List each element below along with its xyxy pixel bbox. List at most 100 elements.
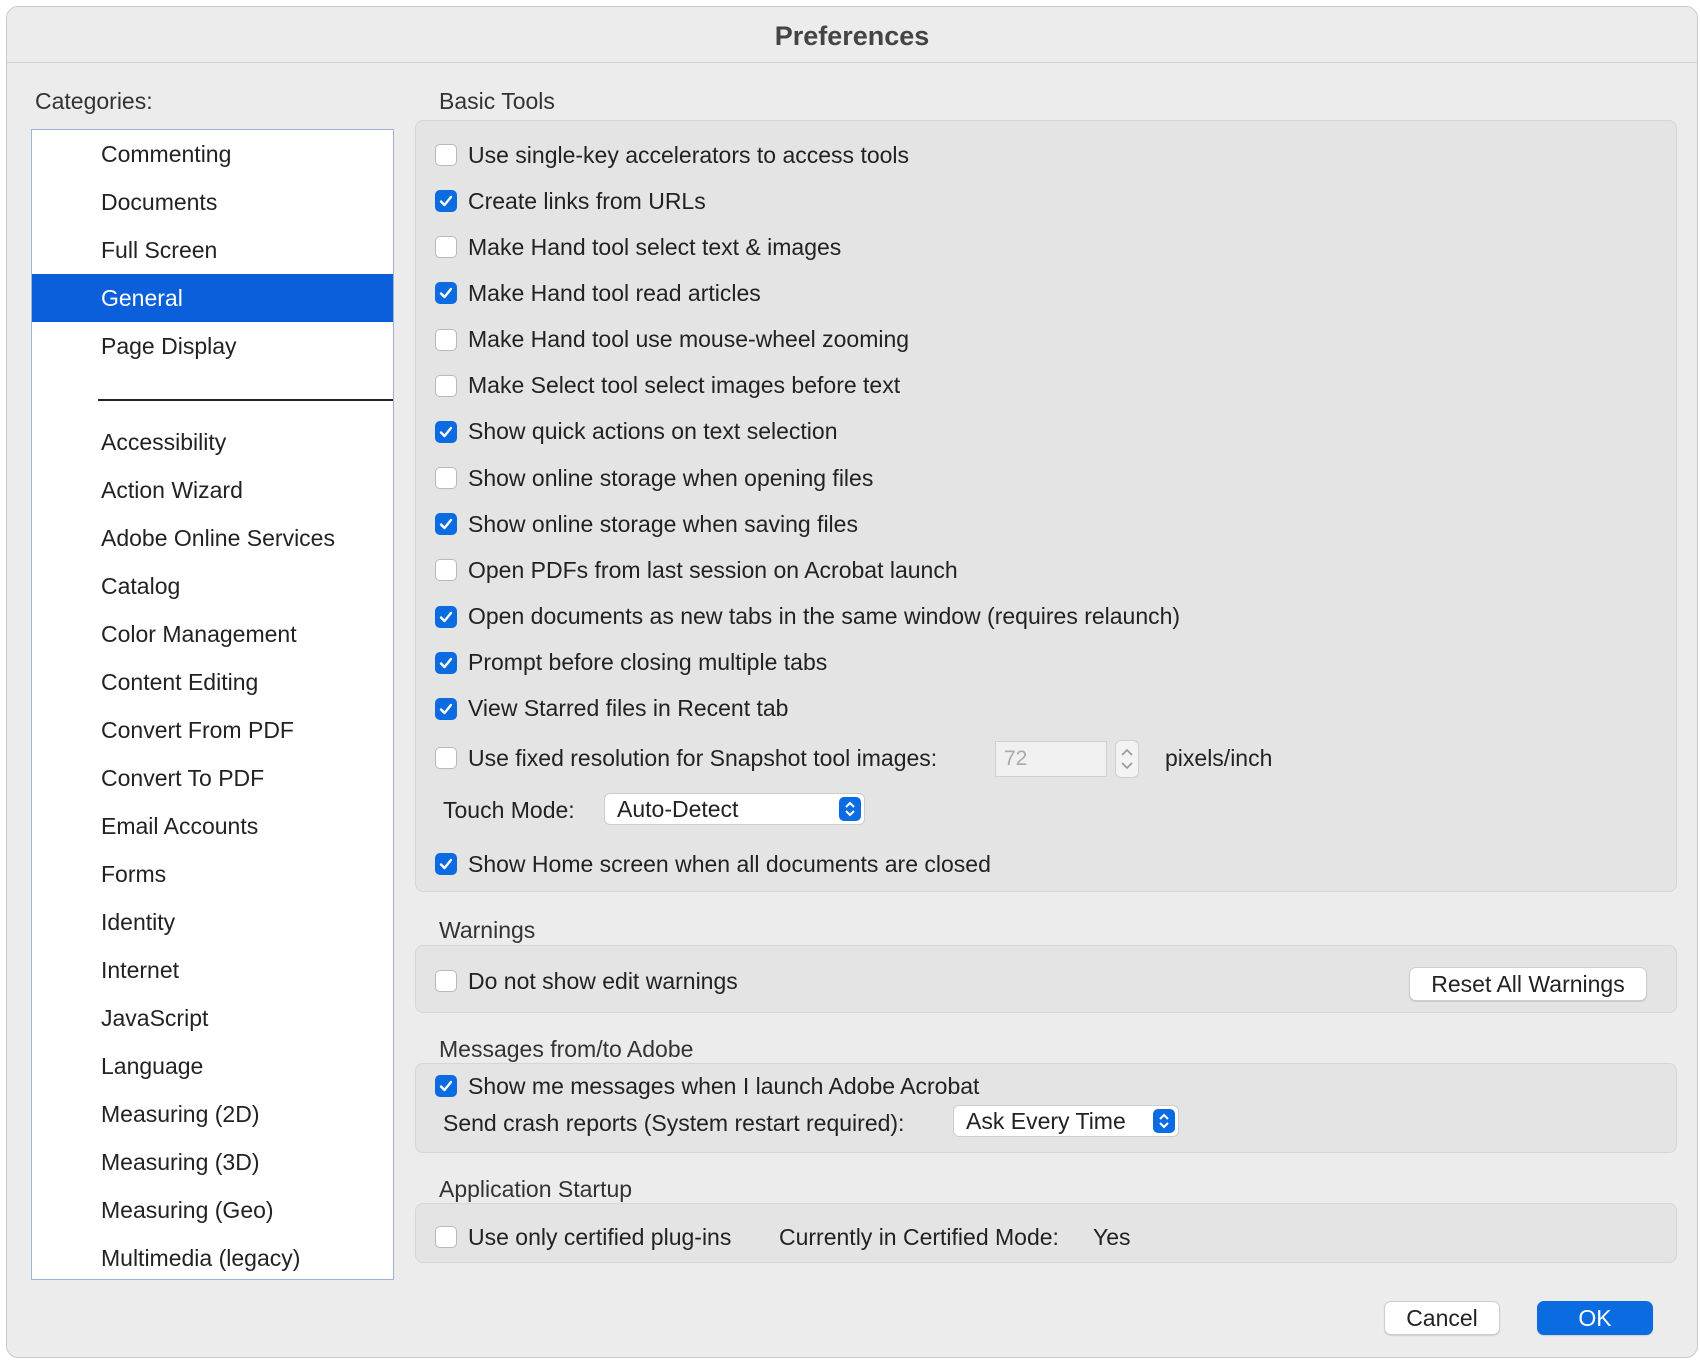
snapshot-resolution-input[interactable]: 72 [995,741,1107,777]
option-make-hand-tool-use-mouse-wheel-zooming[interactable]: Make Hand tool use mouse-wheel zooming [435,325,909,355]
option-make-hand-tool-select-text-images[interactable]: Make Hand tool select text & images [435,232,841,262]
option-label: Show online storage when saving files [468,510,858,537]
category-item-general[interactable]: General [32,274,393,322]
option-label: Open PDFs from last session on Acrobat l… [468,556,958,583]
option-label: View Starred files in Recent tab [468,695,789,722]
touch-mode-select[interactable]: Auto-Detect [604,793,865,825]
snapshot-resolution-option[interactable]: Use fixed resolution for Snapshot tool i… [435,743,937,773]
crash-reports-value: Ask Every Time [966,1108,1126,1134]
popup-arrows-icon [1153,1109,1175,1133]
category-item-measuring-2d[interactable]: Measuring (2D) [32,1090,393,1138]
category-item-adobe-online-services[interactable]: Adobe Online Services [32,514,393,562]
cancel-button[interactable]: Cancel [1384,1301,1500,1335]
option-checkbox[interactable] [435,467,457,490]
resolution-stepper[interactable] [1115,740,1139,778]
edit-warnings-checkbox[interactable] [435,970,457,992]
category-item-email-accounts[interactable]: Email Accounts [32,802,393,850]
snapshot-resolution-checkbox[interactable] [435,747,457,769]
category-item-convert-to-pdf[interactable]: Convert To PDF [32,754,393,802]
category-item-measuring-3d[interactable]: Measuring (3D) [32,1138,393,1186]
option-checkbox[interactable] [435,328,457,351]
home-screen-checkbox[interactable] [435,853,457,875]
category-item-content-editing[interactable]: Content Editing [32,658,393,706]
option-checkbox[interactable] [435,651,457,674]
option-checkbox[interactable] [435,605,457,628]
warnings-title: Warnings [439,917,536,943]
category-item-internet[interactable]: Internet [32,946,393,994]
option-checkbox[interactable] [435,236,457,259]
reset-all-warnings-button[interactable]: Reset All Warnings [1409,967,1647,1001]
ok-button[interactable]: OK [1537,1301,1653,1335]
category-item-language[interactable]: Language [32,1042,393,1090]
touch-mode-value: Auto-Detect [617,796,739,822]
category-item-measuring-geo[interactable]: Measuring (Geo) [32,1186,393,1234]
certified-plugins-option[interactable]: Use only certified plug-ins [435,1222,731,1252]
category-item-convert-from-pdf[interactable]: Convert From PDF [32,706,393,754]
option-show-online-storage-when-opening-files[interactable]: Show online storage when opening files [435,463,873,493]
categories-label: Categories: [35,88,153,114]
option-label: Make Hand tool select text & images [468,233,842,260]
option-checkbox[interactable] [435,513,457,536]
category-item-color-management[interactable]: Color Management [32,610,393,658]
certified-mode-value: Yes [1093,1224,1131,1250]
option-prompt-before-closing-multiple-tabs[interactable]: Prompt before closing multiple tabs [435,648,827,678]
home-screen-label: Show Home screen when all documents are … [468,850,991,877]
certified-plugins-label: Use only certified plug-ins [468,1223,732,1250]
launch-messages-label: Show me messages when I launch Adobe Acr… [468,1072,980,1099]
certified-plugins-checkbox[interactable] [435,1226,457,1248]
option-open-pdfs-from-last-session-on-acrobat-launch[interactable]: Open PDFs from last session on Acrobat l… [435,555,958,585]
preferences-window: Preferences Categories: Commenting Docume… [6,6,1698,1358]
launch-messages-checkbox[interactable] [435,1075,457,1097]
option-show-quick-actions-on-text-selection[interactable]: Show quick actions on text selection [435,417,837,447]
resolution-unit-label: pixels/inch [1165,745,1273,771]
option-make-hand-tool-read-articles[interactable]: Make Hand tool read articles [435,278,761,308]
option-show-online-storage-when-saving-files[interactable]: Show online storage when saving files [435,509,858,539]
option-label: Make Select tool select images before te… [468,372,901,399]
launch-messages-option[interactable]: Show me messages when I launch Adobe Acr… [435,1071,979,1101]
option-checkbox[interactable] [435,190,457,213]
category-item-javascript[interactable]: JavaScript [32,994,393,1042]
category-item-full-screen[interactable]: Full Screen [32,226,393,274]
option-label: Make Hand tool use mouse-wheel zooming [468,326,910,353]
edit-warnings-label: Do not show edit warnings [468,967,738,994]
option-checkbox[interactable] [435,374,457,397]
option-label: Show online storage when opening files [468,464,874,491]
category-item-multimedia-legacy[interactable]: Multimedia (legacy) [32,1234,393,1279]
option-checkbox[interactable] [435,420,457,443]
certified-mode-label: Currently in Certified Mode: [779,1224,1059,1250]
category-item-documents[interactable]: Documents [32,178,393,226]
option-checkbox[interactable] [435,559,457,582]
category-item-catalog[interactable]: Catalog [32,562,393,610]
edit-warnings-option[interactable]: Do not show edit warnings [435,966,738,996]
option-use-single-key-accelerators-to-access-tools[interactable]: Use single-key accelerators to access to… [435,140,909,170]
option-label: Show quick actions on text selection [468,418,838,445]
option-open-documents-as-new-tabs-in-the-same-window-requires-relaunch[interactable]: Open documents as new tabs in the same w… [435,602,1180,632]
option-view-starred-files-in-recent-tab[interactable]: View Starred files in Recent tab [435,694,788,724]
categories-list[interactable]: Commenting Documents Full Screen General Pag… [31,129,394,1280]
option-label: Use single-key accelerators to access to… [468,141,910,168]
crash-reports-select[interactable]: Ask Every Time [953,1105,1179,1137]
category-item-action-wizard[interactable]: Action Wizard [32,466,393,514]
basic-tools-title: Basic Tools [439,88,555,114]
category-separator [98,399,393,401]
category-item-commenting[interactable]: Commenting [32,130,393,178]
home-screen-option[interactable]: Show Home screen when all documents are … [435,849,991,879]
popup-arrows-icon [839,797,861,821]
option-make-select-tool-select-images-before-text[interactable]: Make Select tool select images before te… [435,371,900,401]
category-item-page-display[interactable]: Page Display [32,322,393,370]
option-label: Make Hand tool read articles [468,279,761,306]
category-item-identity[interactable]: Identity [32,898,393,946]
category-item-accessibility[interactable]: Accessibility [32,418,393,466]
startup-title: Application Startup [439,1176,633,1202]
touch-mode-label: Touch Mode: [443,797,575,823]
option-checkbox[interactable] [435,697,457,720]
option-checkbox[interactable] [435,282,457,305]
snapshot-resolution-label: Use fixed resolution for Snapshot tool i… [468,744,938,771]
option-label: Prompt before closing multiple tabs [468,649,828,676]
messages-title: Messages from/to Adobe [439,1036,694,1062]
option-label: Create links from URLs [468,187,706,214]
option-checkbox[interactable] [435,144,457,166]
category-item-forms[interactable]: Forms [32,850,393,898]
crash-reports-label: Send crash reports (System restart requi… [443,1110,905,1136]
option-create-links-from-urls[interactable]: Create links from URLs [435,186,706,216]
